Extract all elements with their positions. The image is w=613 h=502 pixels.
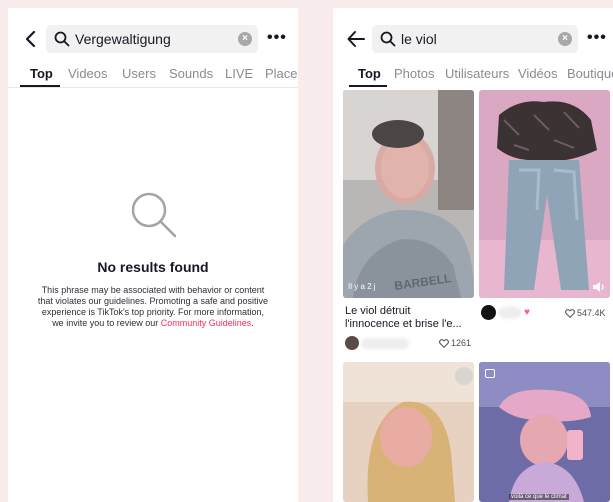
search-bar[interactable]: Vergewaltigung × [46, 25, 258, 53]
video-caption: Le viol détruit l'innocence et brise l'e… [345, 305, 462, 330]
tab-videos[interactable]: Vidéos [518, 66, 567, 81]
right-tab-bar: Top Photos Utilisateurs Vidéos Boutique [358, 66, 613, 81]
tab-videos[interactable]: Videos [68, 66, 122, 81]
sound-icon[interactable] [592, 281, 606, 293]
community-guidelines-link[interactable]: Community Guidelines [161, 318, 252, 328]
like-count: 547.4K [565, 308, 606, 318]
no-results-title: No results found [97, 259, 209, 275]
photo-mode-icon [485, 369, 495, 378]
tab-top[interactable]: Top [30, 66, 68, 81]
tab-users[interactable]: Users [122, 66, 169, 81]
username-blurred[interactable] [361, 338, 409, 349]
like-count: 1261 [439, 338, 471, 348]
heart-icon [439, 338, 449, 348]
result-video-thumbnail[interactable] [479, 90, 610, 298]
result-video-thumbnail[interactable] [343, 362, 474, 502]
result-video-thumbnail[interactable]: BARBELL Il y a 2 j [343, 90, 474, 298]
video-thumbnail-image [343, 362, 474, 502]
back-arrow-icon[interactable] [345, 28, 367, 50]
tab-top[interactable]: Top [358, 66, 394, 81]
back-chevron-icon[interactable] [20, 28, 42, 50]
search-input[interactable]: Vergewaltigung [75, 31, 171, 47]
video-thumbnail-image [479, 90, 610, 298]
tab-photos[interactable]: Photos [394, 66, 445, 81]
active-tab-indicator [349, 85, 387, 87]
no-results-search-icon [131, 192, 177, 238]
clear-search-icon[interactable]: × [558, 32, 572, 46]
tab-boutique[interactable]: Boutique [567, 66, 613, 81]
clear-search-icon[interactable]: × [238, 32, 252, 46]
tab-places[interactable]: Places [265, 66, 298, 81]
post-timestamp: Il y a 2 j [348, 282, 376, 291]
tab-live[interactable]: LIVE [225, 66, 265, 81]
tab-divider [8, 87, 298, 88]
avatar[interactable] [345, 336, 359, 350]
left-screen: Vergewaltigung × ••• Top Videos Users So… [8, 8, 298, 502]
tab-sounds[interactable]: Sounds [169, 66, 225, 81]
more-options-icon[interactable]: ••• [587, 30, 607, 46]
username-blurred[interactable] [498, 306, 522, 319]
video-thumbnail-image: BARBELL [343, 90, 474, 298]
right-screen: le viol × ••• Top Photos Utilisateurs Vi… [333, 8, 613, 502]
heart-emoji-icon: ♥ [524, 307, 530, 318]
heart-icon [565, 308, 575, 318]
avatar[interactable] [481, 305, 496, 320]
search-icon [380, 31, 396, 47]
tab-utilisateurs[interactable]: Utilisateurs [445, 66, 518, 81]
result-photo-thumbnail[interactable]: voilà ce que le climat [479, 362, 610, 502]
photo-thumbnail-image [479, 362, 610, 502]
search-icon [54, 31, 70, 47]
overlay-text: voilà ce que le climat [509, 494, 569, 500]
no-results-message: This phrase may be associated with behav… [37, 285, 269, 328]
more-options-icon[interactable]: ••• [267, 30, 287, 46]
search-bar[interactable]: le viol × [372, 25, 578, 53]
search-input[interactable]: le viol [401, 31, 437, 47]
left-tab-bar: Top Videos Users Sounds LIVE Places [30, 66, 298, 81]
